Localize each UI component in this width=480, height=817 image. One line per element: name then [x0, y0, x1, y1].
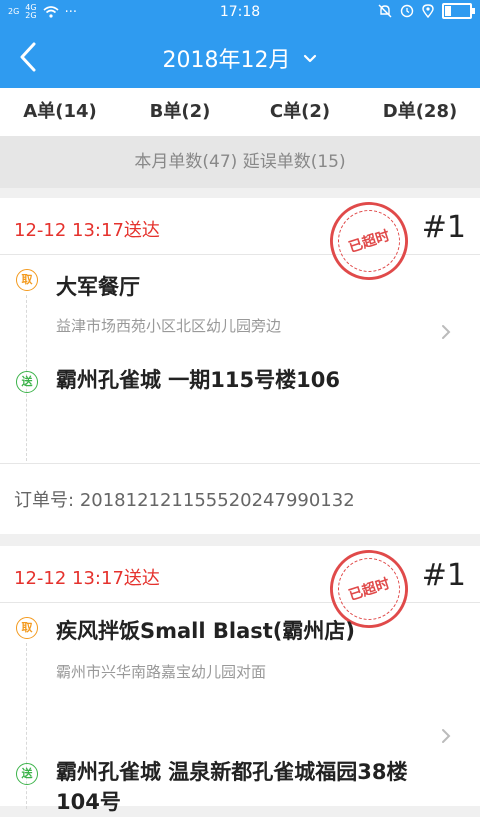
clock-icon — [400, 4, 414, 18]
dropoff-badge: 送 — [16, 371, 38, 393]
pickup-name: 疾风拌饭Small Blast(霸州店) — [56, 619, 355, 643]
location-icon — [422, 4, 434, 18]
dropoff-badge: 送 — [16, 763, 38, 785]
order-card-header: 12-12 13:17送达 已超时 #1 — [0, 539, 480, 639]
order-card-header: 12-12 13:17送达 已超时 #1 — [0, 191, 480, 291]
alarm-off-icon — [378, 4, 392, 18]
pickup-address: 霸州市兴华南路嘉宝幼儿园对面 — [56, 663, 267, 681]
pickup-badge: 取 — [16, 617, 38, 639]
month-selector[interactable]: 2018年12月 — [0, 42, 480, 74]
order-number: #1 — [421, 558, 466, 593]
month-title: 2018年12月 — [162, 48, 291, 73]
order-id-text: 订单号: 201812121155520247990132 — [14, 486, 355, 512]
status-bar: 2G 4G 2G ··· 17:18 — [0, 0, 480, 26]
order-id-value: 201812121155520247990132 — [79, 490, 355, 511]
overdue-stamp-text: 已超时 — [346, 575, 392, 605]
order-route[interactable]: 取 疾风拌饭Small Blast(霸州店) 霸州市兴华南路嘉宝幼儿园对面 送 … — [0, 603, 480, 814]
tab-b[interactable]: B单(2) — [120, 88, 240, 136]
status-right — [378, 3, 475, 19]
monthly-summary: 本月单数(47) 延误单数(15) — [0, 136, 480, 188]
order-id-label: 订单号: — [14, 490, 75, 511]
tab-a[interactable]: A单(14) — [0, 88, 120, 136]
battery-icon — [442, 3, 475, 19]
order-number: #1 — [421, 210, 466, 245]
order-id-row: 订单号: 201812121155520247990132 — [0, 464, 480, 534]
tab-c[interactable]: C单(2) — [240, 88, 360, 136]
pickup-badge: 取 — [16, 269, 38, 291]
tab-d[interactable]: D单(28) — [360, 88, 480, 136]
order-card[interactable]: 12-12 13:17送达 已超时 #1 取 大军餐厅 益津市场西苑小区北区幼儿… — [0, 191, 480, 534]
chevron-right-icon[interactable] — [440, 323, 452, 341]
pickup-address: 益津市场西苑小区北区幼儿园旁边 — [56, 317, 282, 335]
nav-bar: 2018年12月 — [0, 26, 480, 88]
dropoff-name: 霸州孔雀城 温泉新都孔雀城福园38楼104号 — [56, 760, 408, 814]
order-card[interactable]: 12-12 13:17送达 已超时 #1 取 疾风拌饭Small Blast(霸… — [0, 539, 480, 814]
pickup-name: 大军餐厅 — [56, 275, 140, 299]
chevron-down-icon — [304, 54, 317, 63]
order-route[interactable]: 取 大军餐厅 益津市场西苑小区北区幼儿园旁边 送 霸州孔雀城 一期115号楼10… — [0, 255, 480, 464]
delivered-time: 12-12 13:17送达 — [14, 568, 160, 589]
dropoff-name: 霸州孔雀城 一期115号楼106 — [56, 368, 340, 392]
overdue-stamp-text: 已超时 — [346, 227, 392, 257]
order-tabs: A单(14) B单(2) C单(2) D单(28) — [0, 88, 480, 136]
delivered-time: 12-12 13:17送达 — [14, 220, 160, 241]
chevron-right-icon[interactable] — [440, 727, 452, 745]
